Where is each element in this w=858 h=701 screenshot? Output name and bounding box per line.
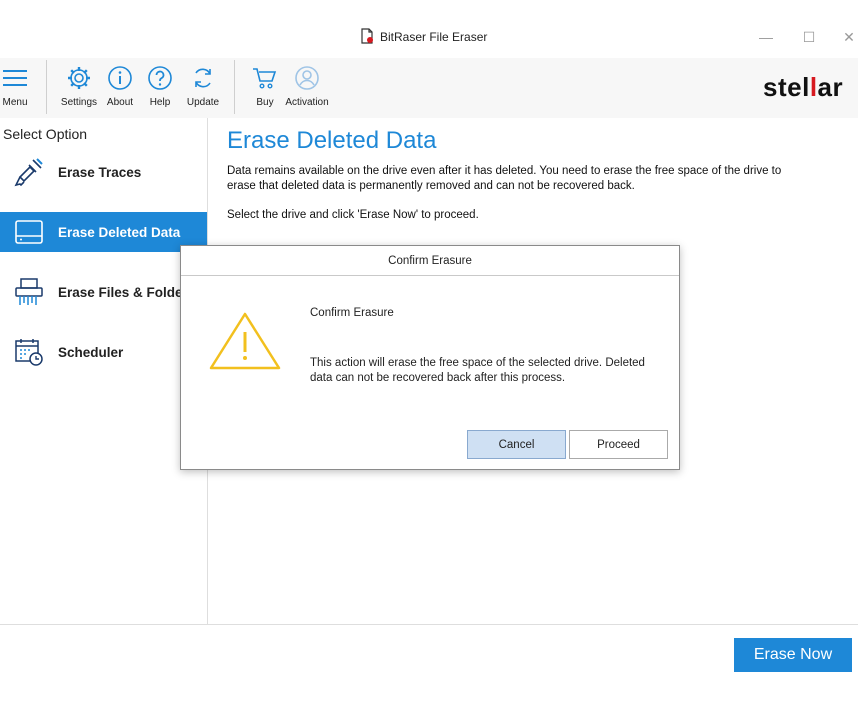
close-button[interactable]: ✕ — [834, 24, 858, 50]
sidebar-item-label: Scheduler — [58, 344, 124, 360]
sidebar-item-erase-traces[interactable]: Erase Traces — [0, 152, 207, 192]
about-button[interactable]: About — [104, 62, 136, 114]
sidebar-item-label: Erase Files & Folders — [58, 284, 196, 300]
sidebar-heading: Select Option — [3, 126, 88, 142]
update-label: Update — [186, 97, 220, 108]
buy-button[interactable]: Buy — [250, 62, 280, 114]
about-label: About — [106, 97, 134, 108]
page-instruction: Select the drive and click 'Erase Now' t… — [227, 209, 479, 221]
activation-label: Activation — [285, 97, 329, 108]
sidebar-item-erase-files-folders[interactable]: Erase Files & Folders — [0, 272, 207, 312]
menu-label: Menu — [2, 97, 28, 108]
toolbar-divider — [234, 60, 235, 114]
shredder-icon — [0, 272, 58, 312]
buy-label: Buy — [256, 97, 274, 108]
help-label: Help — [149, 97, 171, 108]
toolbar: Menu Settings About Help Update Buy Acti… — [0, 58, 858, 118]
help-button[interactable]: Help — [145, 62, 175, 114]
maximize-button[interactable]: ☐ — [794, 24, 824, 50]
page-description: Data remains available on the drive even… — [227, 165, 782, 192]
update-button[interactable]: Update — [186, 62, 220, 114]
erase-now-button[interactable]: Erase Now — [734, 638, 852, 672]
page-title: Erase Deleted Data — [227, 127, 437, 154]
sidebar-item-scheduler[interactable]: Scheduler — [0, 332, 207, 372]
calendar-clock-icon — [0, 332, 58, 372]
sidebar-item-label: Erase Deleted Data — [58, 224, 181, 240]
dialog-heading: Confirm Erasure — [310, 307, 394, 319]
window-title-area: BitRaser File Eraser — [360, 27, 487, 47]
dialog-title: Confirm Erasure — [181, 246, 679, 276]
confirm-erasure-dialog: Confirm Erasure Confirm Erasure This act… — [180, 245, 680, 470]
cancel-button[interactable]: Cancel — [467, 430, 566, 459]
settings-label: Settings — [60, 97, 98, 108]
hamburger-icon — [3, 70, 27, 86]
gear-icon — [68, 67, 90, 89]
settings-button[interactable]: Settings — [60, 62, 98, 114]
minimize-button[interactable]: — — [751, 24, 781, 50]
app-icon — [360, 27, 374, 47]
window-title: BitRaser File Eraser — [380, 30, 488, 44]
proceed-button[interactable]: Proceed — [569, 430, 668, 459]
cart-icon — [253, 68, 277, 89]
brush-icon — [0, 152, 58, 192]
dialog-message: This action will erase the free space of… — [310, 357, 645, 384]
stellar-logo: stellar — [763, 72, 844, 102]
toolbar-divider — [46, 60, 47, 114]
menu-button[interactable]: Menu — [0, 62, 30, 114]
refresh-icon — [195, 68, 211, 88]
user-icon — [295, 66, 319, 90]
info-icon — [108, 66, 132, 90]
warning-icon — [209, 310, 281, 375]
question-icon — [148, 66, 172, 90]
drive-icon — [0, 212, 58, 252]
sidebar-item-erase-deleted-data[interactable]: Erase Deleted Data — [0, 212, 207, 252]
sidebar-item-label: Erase Traces — [58, 164, 142, 180]
bottom-divider — [0, 624, 858, 625]
activation-button[interactable]: Activation — [284, 62, 330, 114]
